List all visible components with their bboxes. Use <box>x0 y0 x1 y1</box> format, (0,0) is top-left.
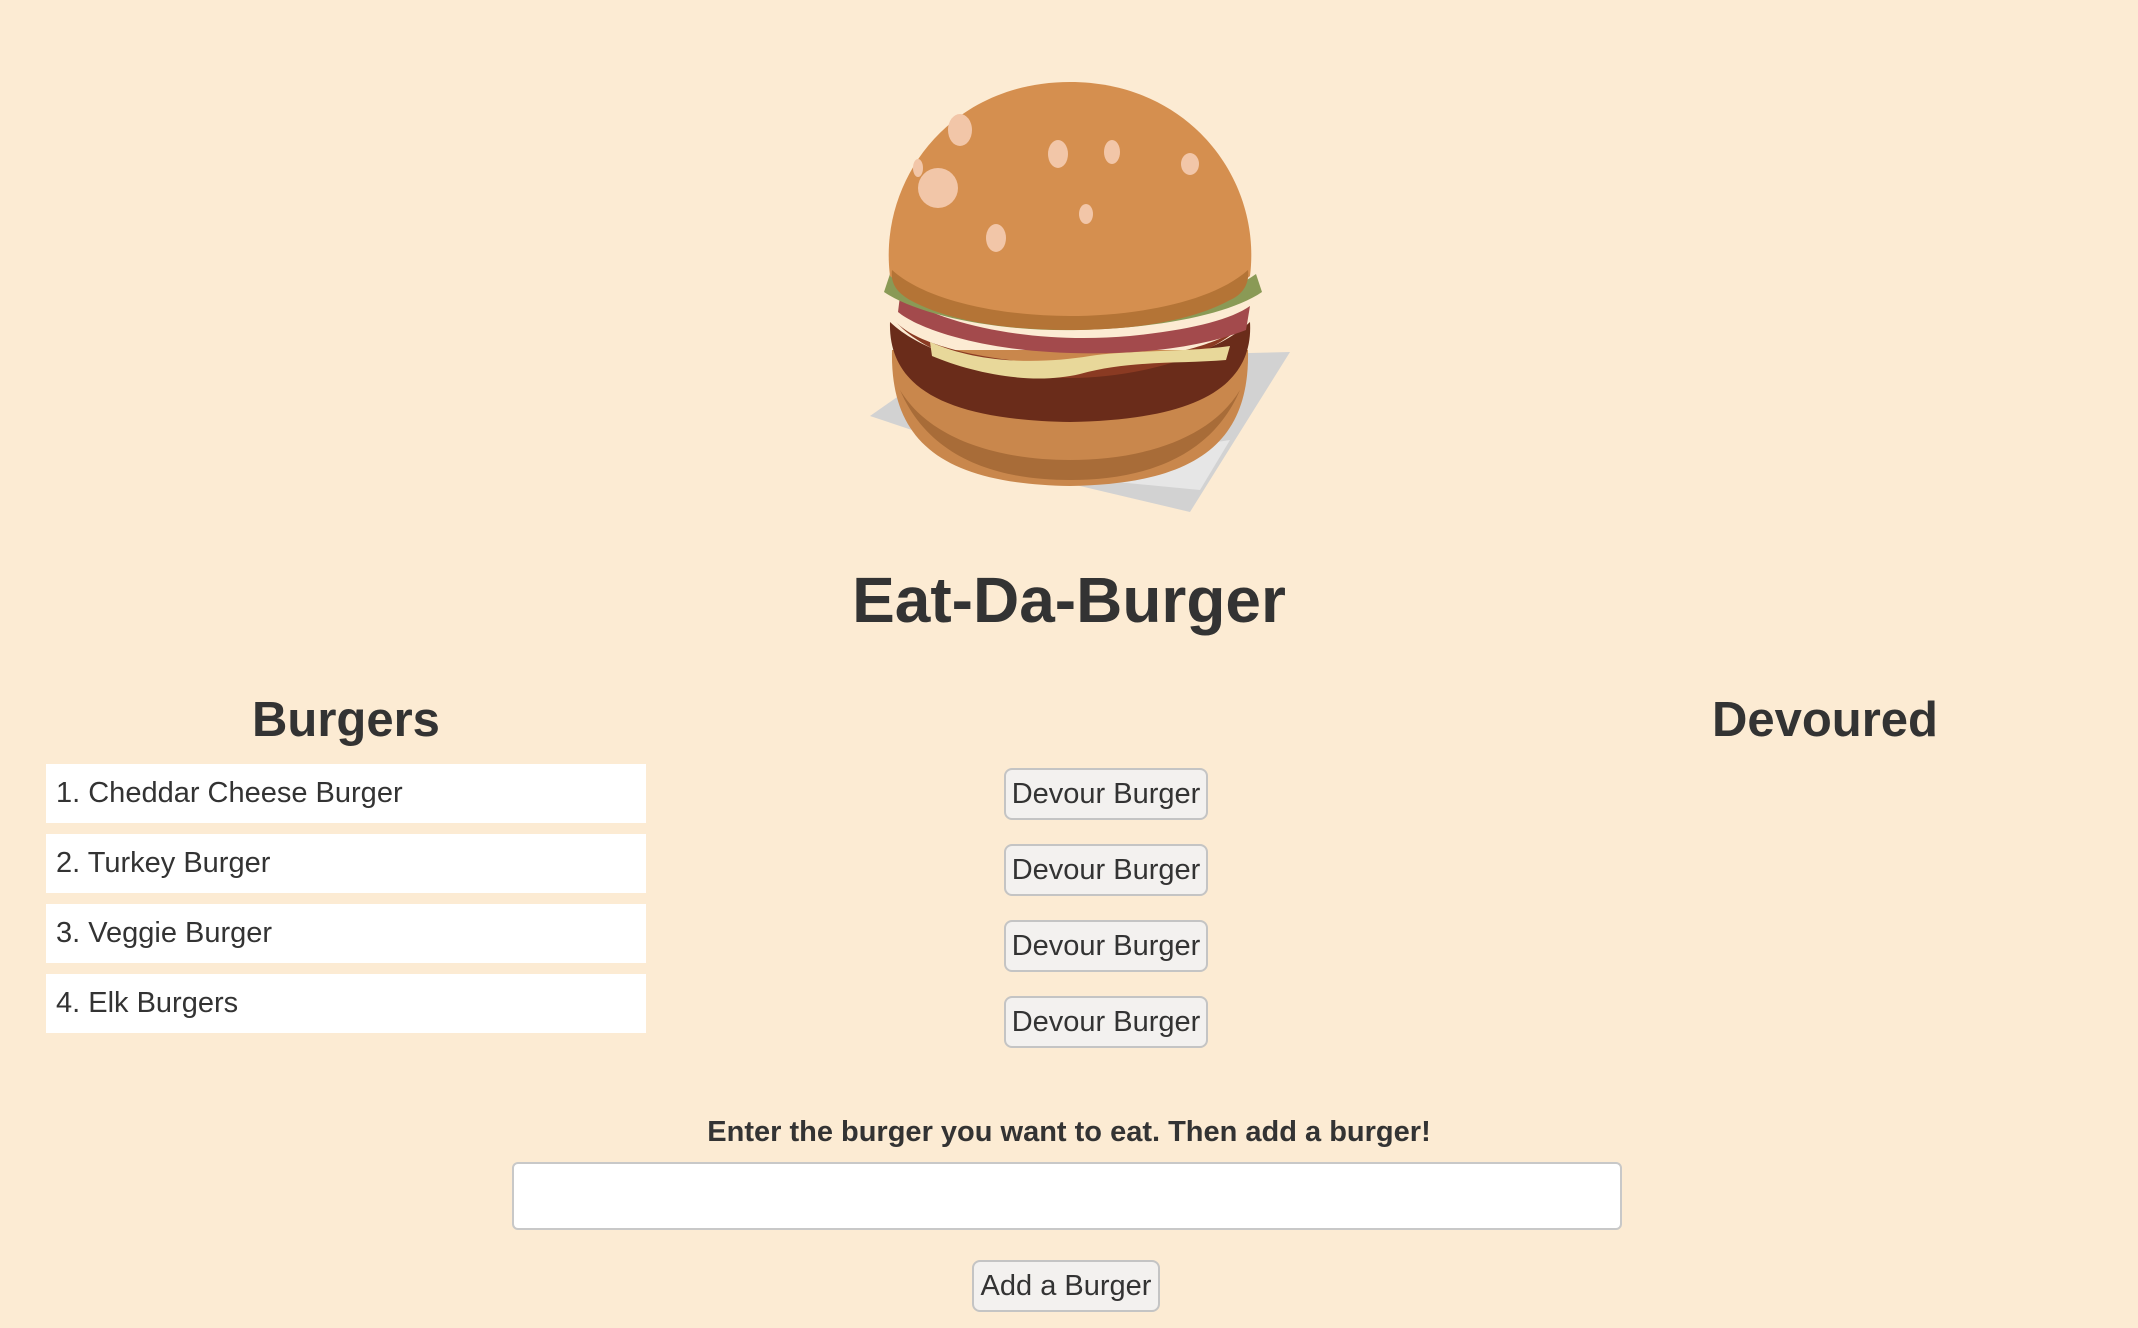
add-burger-button[interactable]: Add a Burger <box>972 1260 1160 1312</box>
list-item: 3. Veggie Burger <box>46 904 646 963</box>
list-item: 2. Turkey Burger <box>46 834 646 893</box>
devour-burger-button[interactable]: Devour Burger <box>1004 920 1208 972</box>
devour-burger-button[interactable]: Devour Burger <box>1004 768 1208 820</box>
devour-burger-button[interactable]: Devour Burger <box>1004 844 1208 896</box>
list-item: 4. Elk Burgers <box>46 974 646 1033</box>
burger-icon <box>870 82 1290 512</box>
list-item: 1. Cheddar Cheese Burger <box>46 764 646 823</box>
burger-input-label: Enter the burger you want to eat. Then a… <box>707 1116 1431 1148</box>
page-title: Eat-Da-Burger <box>852 564 1286 636</box>
burger-name-input[interactable] <box>512 1162 1622 1230</box>
burger-list: 1. Cheddar Cheese Burger 2. Turkey Burge… <box>46 764 646 1044</box>
burger-logo <box>830 60 1310 540</box>
devour-buttons: Devour Burger Devour Burger Devour Burge… <box>1004 768 1208 1072</box>
devoured-heading: Devoured <box>1711 693 1938 747</box>
burgers-heading: Burgers <box>252 693 440 747</box>
devour-burger-button[interactable]: Devour Burger <box>1004 996 1208 1048</box>
